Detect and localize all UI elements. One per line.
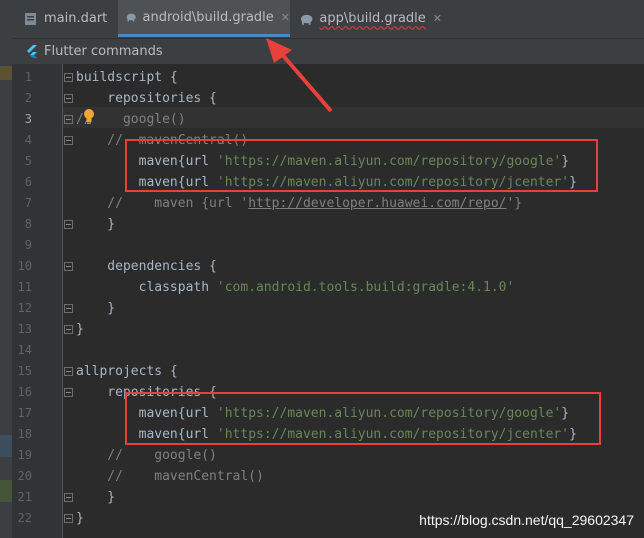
editor-tab-bar: main.dart android\build.gradle ✕ app\bui… xyxy=(0,0,644,39)
code-line[interactable]: classpath 'com.android.tools.build:gradl… xyxy=(76,277,515,298)
code-line[interactable]: // google() xyxy=(76,445,217,466)
annotation-box xyxy=(125,139,598,192)
fold-toggle-icon[interactable] xyxy=(64,367,73,376)
line-number: 1 xyxy=(24,70,32,84)
code-token: classpath xyxy=(76,280,217,295)
fold-toggle-icon[interactable] xyxy=(64,73,73,82)
flutter-icon xyxy=(27,44,37,58)
line-number: 16 xyxy=(17,385,32,399)
line-number: 19 xyxy=(17,448,32,462)
line-number: 4 xyxy=(24,133,32,147)
line-number: 14 xyxy=(17,343,32,357)
line-number: 2 xyxy=(24,91,32,105)
strip-marker xyxy=(0,480,12,502)
code-token: } xyxy=(76,490,116,505)
line-number: 7 xyxy=(24,196,32,210)
line-number: 15 xyxy=(17,364,32,378)
fold-toggle-icon[interactable] xyxy=(64,325,73,334)
gradle-elephant-icon xyxy=(300,14,313,25)
line-number: 5 xyxy=(24,154,32,168)
code-line[interactable]: buildscript { xyxy=(76,67,178,88)
strip-marker xyxy=(0,66,12,80)
tab-android-build-gradle[interactable]: android\build.gradle ✕ xyxy=(118,0,290,37)
line-number: 6 xyxy=(24,175,32,189)
line-number: 3 xyxy=(24,112,32,126)
fold-toggle-icon[interactable] xyxy=(64,136,73,145)
code-line[interactable]: allprojects { xyxy=(76,361,178,382)
fold-toggle-icon[interactable] xyxy=(64,514,73,523)
line-number: 22 xyxy=(17,511,32,525)
line-number: 17 xyxy=(17,406,32,420)
tab-label: app\build.gradle xyxy=(319,11,426,26)
watermark: https://blog.csdn.net/qq_29602347 xyxy=(419,512,634,528)
code-line[interactable]: // maven {url 'http://developer.huawei.c… xyxy=(76,193,522,214)
code-token: allprojects { xyxy=(76,364,178,379)
close-icon[interactable]: ✕ xyxy=(433,12,442,25)
flutter-commands-bar[interactable]: Flutter commands xyxy=(12,39,644,64)
fold-toggle-icon[interactable] xyxy=(64,262,73,271)
code-line[interactable]: } xyxy=(76,508,84,529)
code-token: buildscript { xyxy=(76,70,178,85)
fold-toggle-icon[interactable] xyxy=(64,94,73,103)
dart-file-icon xyxy=(25,12,36,25)
code-line[interactable]: // mavenCentral() xyxy=(76,466,264,487)
fold-toggle-icon[interactable] xyxy=(64,304,73,313)
fold-toggle-icon[interactable] xyxy=(64,388,73,397)
annotation-box xyxy=(125,392,601,445)
line-number: 13 xyxy=(17,322,32,336)
tab-app-build-gradle[interactable]: app\build.gradle ✕ xyxy=(292,0,442,37)
code-line[interactable]: repositories { xyxy=(76,88,217,109)
code-line[interactable]: dependencies { xyxy=(76,256,217,277)
intention-lightbulb-icon[interactable] xyxy=(82,108,96,126)
tab-label: android\build.gradle xyxy=(142,9,274,25)
tab-main-dart[interactable]: main.dart xyxy=(12,0,117,37)
close-icon[interactable]: ✕ xyxy=(281,11,290,24)
line-number: 20 xyxy=(17,469,32,483)
gradle-elephant-icon xyxy=(126,13,136,22)
code-token: dependencies { xyxy=(76,259,217,274)
code-token: http://developer.huawei.com/repo/ xyxy=(248,196,507,211)
line-number: 9 xyxy=(24,238,32,252)
code-token: repositories { xyxy=(76,91,217,106)
code-line[interactable]: } xyxy=(76,487,115,508)
line-number: 10 xyxy=(17,259,32,273)
code-token: 'com.android.tools.build:gradle:4.1.0' xyxy=(216,280,515,295)
code-line[interactable]: } xyxy=(76,214,115,235)
code-token: '} xyxy=(506,196,523,211)
code-token: } xyxy=(76,322,84,337)
code-token: } xyxy=(76,511,84,526)
line-number: 11 xyxy=(17,280,32,294)
line-number: 21 xyxy=(17,490,32,504)
line-number: 8 xyxy=(24,217,32,231)
strip-marker xyxy=(0,435,12,457)
line-number: 18 xyxy=(17,427,32,441)
fold-toggle-icon[interactable] xyxy=(64,220,73,229)
left-tool-strip xyxy=(0,38,12,538)
line-number: 12 xyxy=(17,301,32,315)
code-token: } xyxy=(76,217,116,232)
fold-toggle-icon[interactable] xyxy=(64,115,73,124)
code-line[interactable]: } xyxy=(76,298,115,319)
code-token: // google() xyxy=(76,448,217,463)
tab-label: main.dart xyxy=(44,11,108,26)
code-token: // maven {url ' xyxy=(76,196,249,211)
code-token: } xyxy=(76,301,116,316)
code-line[interactable]: } xyxy=(76,319,84,340)
code-token: // mavenCentral() xyxy=(76,469,264,484)
fold-toggle-icon[interactable] xyxy=(64,493,73,502)
flutter-commands-label: Flutter commands xyxy=(44,44,163,59)
